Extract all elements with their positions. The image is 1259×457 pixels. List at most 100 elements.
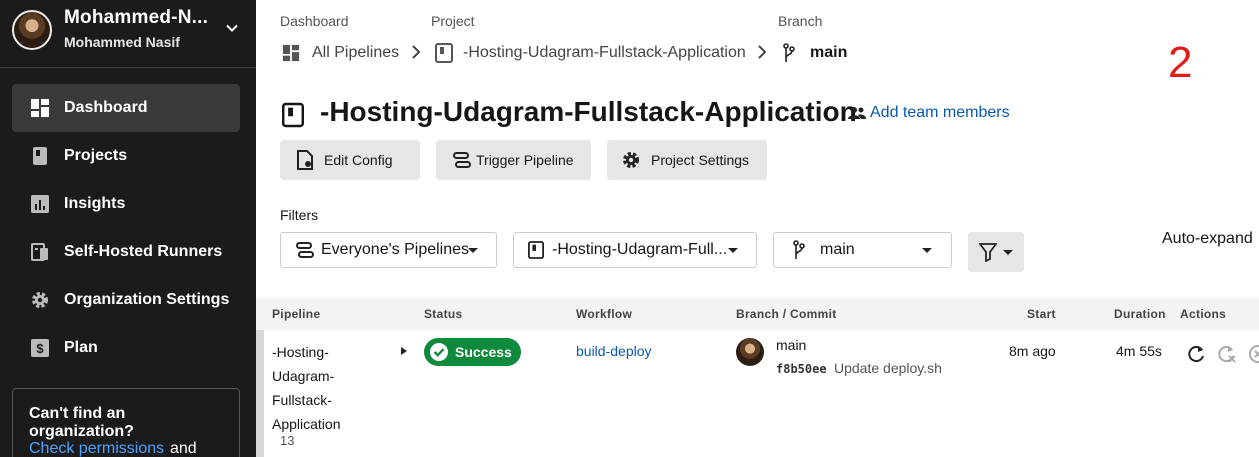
- sidebar-item-insights[interactable]: Insights: [12, 180, 240, 228]
- sidebar-item-projects[interactable]: Projects: [12, 132, 240, 180]
- breadcrumb-project-name: -Hosting-Udagram-Fullstack-Application: [463, 44, 746, 61]
- pipeline-icon: [452, 151, 472, 169]
- column-header-pipeline: Pipeline: [272, 307, 321, 321]
- sidebar-item-label: Plan: [64, 339, 98, 356]
- pipelines-filter-value: Everyone's Pipelines: [321, 241, 470, 258]
- dollar-icon: $: [29, 337, 51, 359]
- chevron-right-icon: [412, 45, 421, 59]
- gear-icon: [621, 150, 641, 170]
- chevron-right-icon: [758, 45, 767, 59]
- project-filter-select[interactable]: -Hosting-Udagram-Full...: [513, 232, 757, 268]
- edit-config-label: Edit Config: [324, 152, 393, 168]
- breadcrumb-branch-name: main: [810, 44, 848, 61]
- add-team-members-link[interactable]: Add team members: [848, 104, 1010, 122]
- breadcrumb-dashboard-label: Dashboard: [280, 13, 349, 29]
- branch-icon: [783, 43, 795, 62]
- pipelines-filter-select[interactable]: Everyone's Pipelines: [280, 232, 497, 268]
- org-switcher[interactable]: Mohammed-N... Mohammed Nasif: [0, 0, 256, 68]
- check-permissions-link[interactable]: Check permissions: [29, 440, 164, 457]
- funnel-icon: [979, 243, 997, 262]
- pipeline-name-line: Udagram-: [272, 368, 335, 384]
- chevron-down-icon[interactable]: [224, 20, 240, 36]
- row-status-accent: [256, 330, 264, 457]
- status-label: Success: [455, 344, 512, 360]
- file-gear-icon: [296, 150, 314, 170]
- column-header-duration: Duration: [1114, 307, 1166, 321]
- filters-label: Filters: [280, 207, 319, 223]
- page-title: -Hosting-Udagram-Fullstack-Application: [320, 96, 857, 127]
- team-icon: [848, 107, 866, 119]
- pipeline-name-line: -Hosting-: [272, 344, 329, 360]
- org-notice: Can't find an organization? Check permis…: [12, 388, 240, 457]
- breadcrumb-all-pipelines[interactable]: All Pipelines: [282, 42, 399, 64]
- dashboard-icon: [282, 44, 300, 62]
- pipeline-name-line: Fullstack-: [272, 392, 332, 408]
- project-settings-button[interactable]: Project Settings: [607, 140, 767, 180]
- org-user-name: Mohammed Nasif: [64, 34, 180, 50]
- trigger-pipeline-label: Trigger Pipeline: [476, 152, 574, 168]
- breadcrumb-branch[interactable]: main: [782, 42, 847, 64]
- commit-message: Update deploy.sh: [834, 360, 942, 376]
- sidebar-item-plan[interactable]: $ Plan: [12, 324, 240, 372]
- rerun-icon[interactable]: [1187, 344, 1207, 364]
- add-team-label: Add team members: [870, 104, 1010, 121]
- advanced-filter-button[interactable]: [968, 232, 1024, 272]
- branch-filter-select[interactable]: main: [773, 232, 952, 268]
- status-badge[interactable]: Success: [424, 338, 521, 366]
- pipeline-icon: [295, 241, 315, 259]
- avatar: [736, 338, 764, 366]
- edit-config-button[interactable]: Edit Config: [280, 140, 420, 180]
- cancel-icon[interactable]: [1248, 344, 1259, 364]
- project-settings-label: Project Settings: [651, 152, 750, 168]
- pipeline-number: 13: [280, 433, 295, 448]
- commit-branch: main: [776, 337, 807, 353]
- sidebar-item-self-hosted-runners[interactable]: Self-Hosted Runners: [12, 228, 240, 276]
- caret-down-icon: [922, 248, 932, 253]
- column-header-workflow: Workflow: [576, 307, 633, 321]
- org-avatar: [12, 10, 52, 50]
- branch-icon: [792, 240, 806, 260]
- sidebar-item-label: Dashboard: [64, 99, 148, 116]
- sidebar-item-label: Insights: [64, 195, 126, 212]
- trigger-pipeline-button[interactable]: Trigger Pipeline: [436, 140, 591, 180]
- sidebar-item-dashboard[interactable]: Dashboard: [12, 84, 240, 132]
- breadcrumb-all-pipelines-label: All Pipelines: [312, 44, 400, 61]
- column-header-branch-commit: Branch / Commit: [736, 307, 837, 321]
- column-header-start: Start: [1027, 307, 1056, 321]
- insights-icon: [29, 193, 51, 215]
- projects-icon: [29, 145, 51, 167]
- rerun-failed-icon[interactable]: [1217, 344, 1237, 364]
- project-filter-value: -Hosting-Udagram-Full...: [552, 241, 728, 258]
- check-circle-icon: [430, 343, 448, 361]
- annotation-number: 2: [1168, 38, 1193, 87]
- expand-row-icon[interactable]: [401, 347, 407, 355]
- duration: 4m 55s: [1116, 343, 1162, 359]
- pipeline-name-link[interactable]: -Hosting- Udagram- Fullstack- Applicatio…: [272, 340, 362, 436]
- start-time: 8m ago: [1009, 343, 1056, 359]
- commit-hash-link[interactable]: f8b50ee: [776, 362, 827, 376]
- column-header-status: Status: [424, 307, 463, 321]
- gear-icon: [29, 289, 51, 311]
- runners-icon: [29, 241, 51, 263]
- caret-down-icon: [468, 248, 478, 253]
- sidebar-item-organization-settings[interactable]: Organization Settings: [12, 276, 240, 324]
- sidebar-item-label: Self-Hosted Runners: [64, 243, 223, 260]
- sidebar-item-label: Projects: [64, 147, 128, 164]
- sidebar: Mohammed-N... Mohammed Nasif Dashboard P…: [0, 0, 256, 457]
- caret-down-icon: [1003, 250, 1013, 255]
- project-icon: [282, 102, 304, 128]
- workflow-link[interactable]: build-deploy: [576, 343, 652, 359]
- branch-filter-value: main: [820, 241, 855, 258]
- project-icon: [528, 241, 544, 259]
- caret-down-icon: [728, 248, 738, 253]
- project-icon: [435, 43, 453, 63]
- breadcrumb-project-label: Project: [431, 13, 475, 29]
- breadcrumb-project[interactable]: -Hosting-Udagram-Fullstack-Application: [435, 42, 746, 64]
- svg-text:$: $: [36, 341, 44, 356]
- org-name: Mohammed-N...: [64, 7, 209, 28]
- notice-trailing-text: and: [170, 440, 197, 457]
- notice-title: Can't find an organization?: [29, 405, 134, 440]
- sidebar-item-label: Organization Settings: [64, 291, 230, 308]
- column-header-actions: Actions: [1180, 307, 1227, 321]
- auto-expand-label: Auto-expand: [1162, 230, 1253, 247]
